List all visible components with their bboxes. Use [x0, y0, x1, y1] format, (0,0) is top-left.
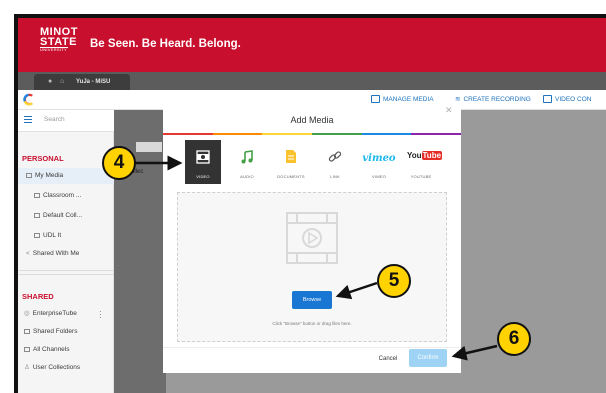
arrow-to-browse: [335, 281, 378, 300]
step-callout-4: 4: [102, 146, 136, 180]
step-callout-5: 5: [377, 264, 411, 298]
arrow-to-confirm: [451, 344, 498, 361]
step-callout-6: 6: [497, 322, 531, 356]
